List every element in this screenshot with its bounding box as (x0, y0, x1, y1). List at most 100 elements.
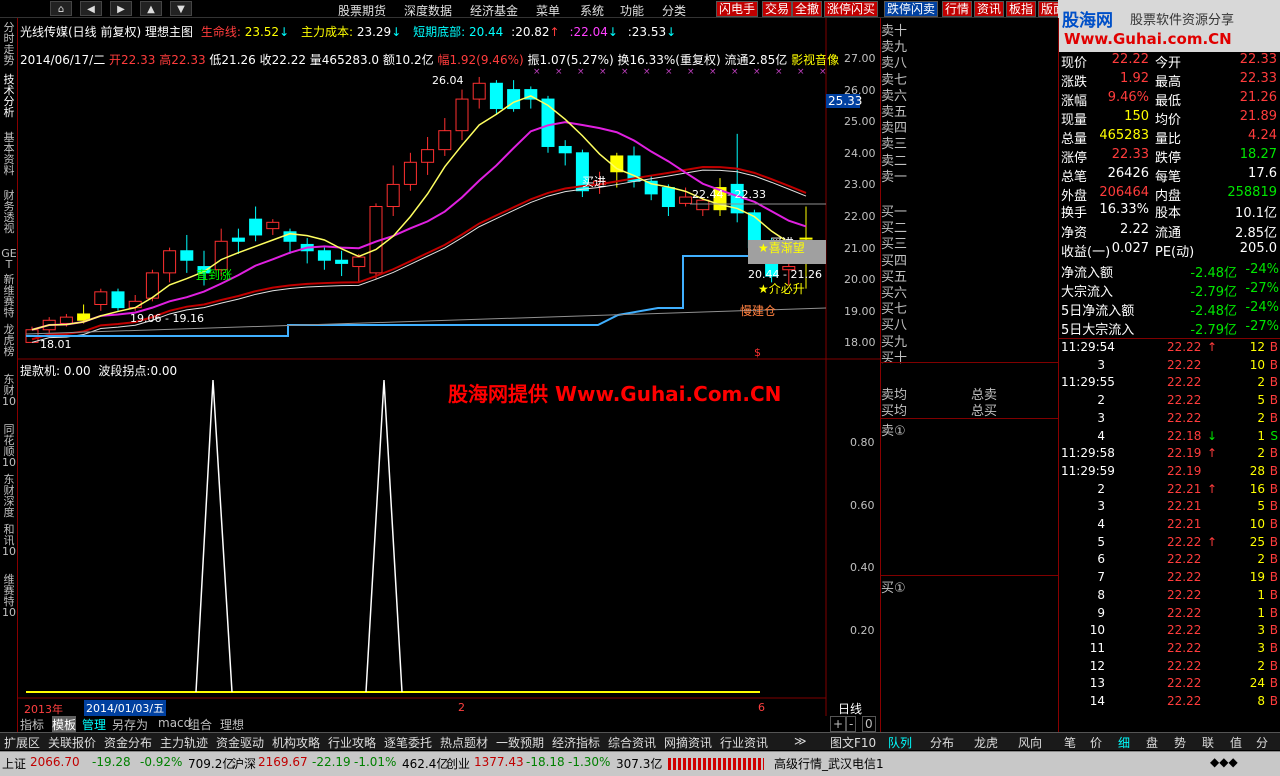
bottom-nav-2[interactable]: 资金分布 (104, 734, 152, 751)
sidebar-tab-0[interactable]: 分时走势 (1, 22, 17, 66)
sell-level-1[interactable]: 卖一 (881, 166, 907, 185)
sidebar-tab-8[interactable]: 同花顺10 (1, 424, 17, 468)
header-button-3[interactable]: 涨停闪买 (824, 1, 879, 17)
tick-volume: 3 (1257, 623, 1265, 638)
indicator-tab-2[interactable]: 管理 (82, 716, 106, 733)
bottom-nav-9[interactable]: 一致预期 (496, 734, 544, 751)
down-icon[interactable]: ▼ (170, 1, 192, 16)
bottom-right-7[interactable]: 细 (1118, 734, 1130, 751)
signal-mark: × (775, 67, 783, 77)
tab-button-0[interactable]: + (830, 716, 847, 732)
bottom-right-8[interactable]: 盘 (1146, 734, 1158, 751)
tick-volume: 19 (1249, 570, 1265, 585)
indicator-tab-4[interactable]: macd (158, 716, 191, 730)
tick-row: 3 22.22 2 B (1059, 411, 1280, 429)
menu-item-2[interactable]: 经济基金 (470, 2, 518, 19)
indicator-tab-5[interactable]: 组合 (188, 716, 212, 733)
sell1-queue[interactable]: 卖① (881, 420, 906, 439)
quote-value: 16.33% (1099, 202, 1149, 217)
bottom-right-2[interactable]: 分布 (930, 734, 954, 751)
flow-label: 5日大宗流入 (1061, 323, 1135, 338)
arrow-up-icon: ↑ (1207, 481, 1218, 496)
candle-body (59, 316, 73, 324)
tick-price: 22.19 (1167, 446, 1202, 461)
bottom-nav-13[interactable]: 行业资讯 (720, 734, 768, 751)
bottom-nav-10[interactable]: 经济指标 (552, 734, 600, 751)
bottom-right-3[interactable]: 龙虎 (974, 734, 998, 751)
bottom-nav-7[interactable]: 逐笔委托 (384, 734, 432, 751)
bottom-nav-1[interactable]: 关联报价 (48, 734, 96, 751)
menu-item-3[interactable]: 菜单 (536, 2, 560, 19)
period-label[interactable]: 日线 (838, 700, 862, 717)
range1-label: 19.06 - 19.16 (130, 312, 204, 325)
expand-icon[interactable]: ≫ (794, 734, 807, 748)
sidebar-tab-1[interactable]: 技术分析 (1, 74, 17, 118)
sidebar-tab-9[interactable]: 东财深度 (1, 474, 17, 518)
bottom-right-6[interactable]: 价 (1090, 734, 1102, 751)
sidebar-tab-11[interactable]: 维赛特10 (1, 574, 17, 618)
bottom-nav-8[interactable]: 热点题材 (440, 734, 488, 751)
header-button-1[interactable]: 交易 (762, 1, 793, 17)
bottom-nav-0[interactable]: 扩展区 (4, 734, 40, 751)
tick-direction: B (1269, 340, 1278, 354)
bottom-nav-11[interactable]: 综合资讯 (608, 734, 656, 751)
flow-row: 净流入额 -2.48亿 -24% (1059, 262, 1280, 281)
bottom-right-0[interactable]: 图文F10 (830, 734, 876, 751)
sidebar-tab-3[interactable]: 财务透视 (1, 190, 17, 234)
tick-row: 13 22.22 24 B (1059, 676, 1280, 694)
header-button-2[interactable]: 全撤 (792, 1, 823, 17)
bottom-nav-3[interactable]: 主力轨迹 (160, 734, 208, 751)
quote-value2: 17.6 (1248, 166, 1277, 181)
sidebar-tab-7[interactable]: 东财10 (1, 374, 17, 407)
header-button-0[interactable]: 闪电手 (716, 1, 759, 17)
indicator-tab-6[interactable]: 理想 (220, 716, 244, 733)
candle-body (489, 82, 503, 110)
sidebar-tab-10[interactable]: 和讯10 (1, 524, 17, 557)
menu-item-0[interactable]: 股票期货 (338, 2, 386, 19)
bottom-right-1[interactable]: 队列 (888, 734, 912, 751)
home-icon[interactable]: ⌂ (50, 1, 72, 16)
buy1-queue[interactable]: 买① (881, 577, 906, 596)
quote-value: 22.22 (1111, 52, 1149, 67)
menu-item-6[interactable]: 分类 (662, 2, 686, 19)
bottom-right-5[interactable]: 笔 (1064, 734, 1076, 751)
menu-item-5[interactable]: 功能 (620, 2, 644, 19)
sidebar-tab-5[interactable]: 新维赛特 (1, 274, 17, 318)
menu-item-4[interactable]: 系统 (580, 2, 604, 19)
flow-value: -2.79亿 (1190, 323, 1237, 338)
header-button-5[interactable]: 行情 (942, 1, 973, 17)
menu-item-1[interactable]: 深度数据 (404, 2, 452, 19)
bottom-right-12[interactable]: 分 (1256, 734, 1268, 751)
bottom-right-9[interactable]: 势 (1174, 734, 1186, 751)
quote-label: 现量 (1061, 113, 1088, 128)
sidebar-tab-2[interactable]: 基本资料 (1, 132, 17, 176)
bottom-right-11[interactable]: 值 (1230, 734, 1242, 751)
spike-2 (365, 379, 403, 693)
bottom-right-10[interactable]: 联 (1202, 734, 1214, 751)
sidebar-tab-4[interactable]: GET (1, 248, 17, 270)
header-button-4[interactable]: 跌停闪卖 (884, 1, 939, 17)
bottom-nav-12[interactable]: 网摘资讯 (664, 734, 712, 751)
x-month2: 2 (458, 701, 465, 714)
candle-body (455, 98, 469, 132)
tick-direction: B (1269, 623, 1278, 638)
indicator-tab-0[interactable]: 指标 (20, 716, 44, 733)
y-label: 23.00 (844, 178, 876, 192)
bottom-right-4[interactable]: 风向 (1018, 734, 1042, 751)
up-icon[interactable]: ▲ (140, 1, 162, 16)
bottom-nav-6[interactable]: 行业攻略 (328, 734, 376, 751)
bottom-nav-4[interactable]: 资金驱动 (216, 734, 264, 751)
tab-button-1[interactable]: - (846, 716, 857, 732)
indicator-tab-3[interactable]: 另存为 (112, 716, 148, 733)
sidebar-tab-6[interactable]: 龙虎榜 (1, 324, 17, 357)
header-button-7[interactable]: 板指 (1006, 1, 1037, 17)
candle-body (163, 250, 177, 274)
bottom-nav-5[interactable]: 机构攻略 (272, 734, 320, 751)
chart-area[interactable]: 光线传媒(日线 前复权) 理想主图 生命线: 23.52↓ 主力成本: 23.2… (18, 18, 880, 718)
tab-button-2[interactable]: 0 (862, 716, 876, 732)
zhidao-label: 直到涨 (196, 268, 233, 282)
header-button-6[interactable]: 资讯 (974, 1, 1005, 17)
forward-icon[interactable]: ▶ (110, 1, 132, 16)
indicator-tab-1[interactable]: 模板 (52, 716, 77, 733)
back-icon[interactable]: ◀ (80, 1, 102, 16)
